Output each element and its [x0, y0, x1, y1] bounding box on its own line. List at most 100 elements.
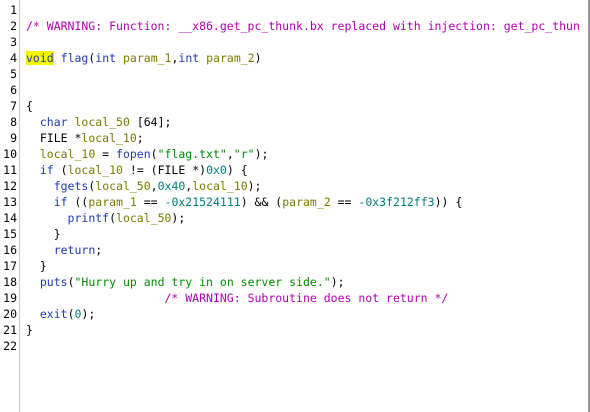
- code-line[interactable]: 22: [0, 338, 588, 354]
- code-text[interactable]: exit(0);: [26, 306, 95, 322]
- code-token[interactable]: ==: [137, 195, 165, 209]
- code-line[interactable]: 8 char local_50 [64];: [0, 114, 588, 130]
- code-token[interactable]: "r": [234, 147, 255, 161]
- code-token[interactable]: local_50: [75, 115, 130, 129]
- code-token[interactable]: fopen: [116, 147, 151, 161]
- code-text[interactable]: if ((param_1 == -0x21524111) && (param_2…: [26, 194, 463, 210]
- code-token[interactable]: -0x3f212ff3: [358, 195, 434, 209]
- code-line[interactable]: 20 exit(0);: [0, 306, 588, 322]
- code-token[interactable]: ,: [227, 147, 234, 161]
- code-token[interactable]: [26, 163, 40, 177]
- code-line[interactable]: 5: [0, 66, 588, 82]
- code-line[interactable]: 17 }: [0, 258, 588, 274]
- code-line[interactable]: 2 /* WARNING: Function: __x86.get_pc_thun…: [0, 18, 588, 34]
- code-token[interactable]: (: [68, 275, 75, 289]
- code-token[interactable]: local_10: [40, 147, 95, 161]
- code-token[interactable]: "Hurry up and try in on server side.": [75, 275, 331, 289]
- code-token[interactable]: [26, 307, 40, 321]
- code-token[interactable]: [26, 243, 54, 257]
- code-line[interactable]: 12 fgets(local_50,0x40,local_10);: [0, 178, 588, 194]
- code-token[interactable]: );: [81, 307, 95, 321]
- code-token[interactable]: int: [178, 51, 199, 65]
- code-token[interactable]: [26, 179, 54, 193]
- code-token[interactable]: );: [171, 211, 185, 225]
- code-token[interactable]: 0x40: [158, 179, 186, 193]
- code-token[interactable]: }: [26, 323, 33, 337]
- code-line[interactable]: 13 if ((param_1 == -0x21524111) && (para…: [0, 194, 588, 210]
- code-line[interactable]: 9 FILE *local_10;: [0, 130, 588, 146]
- code-token[interactable]: }: [26, 227, 61, 241]
- code-line[interactable]: 18 puts("Hurry up and try in on server s…: [0, 274, 588, 290]
- code-token[interactable]: if: [40, 163, 54, 177]
- code-token[interactable]: local_50: [95, 179, 150, 193]
- code-text[interactable]: if (local_10 != (FILE *)0x0) {: [26, 162, 248, 178]
- code-token[interactable]: ;: [137, 131, 144, 145]
- code-text[interactable]: }: [26, 258, 47, 274]
- code-text[interactable]: /* WARNING: Subroutine does not return *…: [26, 290, 448, 306]
- code-text[interactable]: void flag(int param_1,int param_2): [26, 50, 262, 66]
- code-text[interactable]: /* WARNING: Function: __x86.get_pc_thunk…: [26, 18, 580, 34]
- code-token[interactable]: (: [151, 147, 158, 161]
- code-line[interactable]: 14 printf(local_50);: [0, 210, 588, 226]
- code-token[interactable]: [26, 291, 164, 305]
- code-token[interactable]: }: [26, 259, 47, 273]
- code-token[interactable]: )) {: [435, 195, 463, 209]
- code-token[interactable]: ) {: [227, 163, 248, 177]
- code-text[interactable]: fgets(local_50,0x40,local_10);: [26, 178, 262, 194]
- code-token[interactable]: void: [26, 51, 54, 65]
- code-token[interactable]: local_10: [192, 179, 247, 193]
- code-token[interactable]: [26, 195, 54, 209]
- code-token[interactable]: );: [248, 179, 262, 193]
- code-text[interactable]: char local_50 [64];: [26, 114, 172, 130]
- code-token[interactable]: =: [95, 147, 116, 161]
- code-token[interactable]: (: [54, 163, 68, 177]
- code-token[interactable]: [116, 51, 123, 65]
- code-text[interactable]: FILE *local_10;: [26, 130, 144, 146]
- code-token[interactable]: (: [68, 307, 75, 321]
- code-token[interactable]: [26, 275, 40, 289]
- code-text[interactable]: return;: [26, 242, 102, 258]
- code-token[interactable]: );: [331, 275, 345, 289]
- code-token[interactable]: ;: [95, 243, 102, 257]
- code-token[interactable]: (: [109, 211, 116, 225]
- code-line[interactable]: 3: [0, 34, 588, 50]
- code-token[interactable]: char: [40, 115, 68, 129]
- code-line[interactable]: 1: [0, 2, 588, 18]
- code-token[interactable]: FILE *: [26, 131, 82, 145]
- code-line[interactable]: 21}: [0, 322, 588, 338]
- code-token[interactable]: );: [255, 147, 269, 161]
- code-line[interactable]: 15 }: [0, 226, 588, 242]
- code-token[interactable]: ): [255, 51, 262, 65]
- code-line[interactable]: 7{: [0, 98, 588, 114]
- code-token[interactable]: [54, 51, 61, 65]
- code-token[interactable]: local_50: [116, 211, 171, 225]
- code-line[interactable]: 6: [0, 82, 588, 98]
- code-token[interactable]: param_2: [282, 195, 330, 209]
- code-token[interactable]: return: [54, 243, 96, 257]
- code-token[interactable]: [64];: [130, 115, 172, 129]
- code-line[interactable]: 19 /* WARNING: Subroutine does not retur…: [0, 290, 588, 306]
- code-token[interactable]: /* WARNING: Subroutine does not return *…: [164, 291, 448, 305]
- code-token[interactable]: != (FILE *): [123, 163, 206, 177]
- code-token[interactable]: param_2: [206, 51, 254, 65]
- code-token[interactable]: int: [95, 51, 116, 65]
- code-token[interactable]: [26, 211, 68, 225]
- code-token[interactable]: {: [26, 99, 33, 113]
- code-token[interactable]: puts: [40, 275, 68, 289]
- code-text[interactable]: puts("Hurry up and try in on server side…: [26, 274, 345, 290]
- code-token[interactable]: ==: [331, 195, 359, 209]
- code-token[interactable]: exit: [40, 307, 68, 321]
- code-token[interactable]: if: [54, 195, 68, 209]
- code-token[interactable]: param_1: [88, 195, 136, 209]
- code-line[interactable]: 11 if (local_10 != (FILE *)0x0) {: [0, 162, 588, 178]
- code-token[interactable]: ,: [151, 179, 158, 193]
- code-token[interactable]: [68, 115, 75, 129]
- code-token[interactable]: flag: [61, 51, 89, 65]
- code-token[interactable]: printf: [68, 211, 110, 225]
- code-token[interactable]: ) && (: [241, 195, 283, 209]
- code-text[interactable]: }: [26, 226, 61, 242]
- code-token[interactable]: "flag.txt": [158, 147, 227, 161]
- code-token[interactable]: -0x21524111: [165, 195, 241, 209]
- code-token[interactable]: ((: [68, 195, 88, 209]
- code-line[interactable]: 10 local_10 = fopen("flag.txt","r");: [0, 146, 588, 162]
